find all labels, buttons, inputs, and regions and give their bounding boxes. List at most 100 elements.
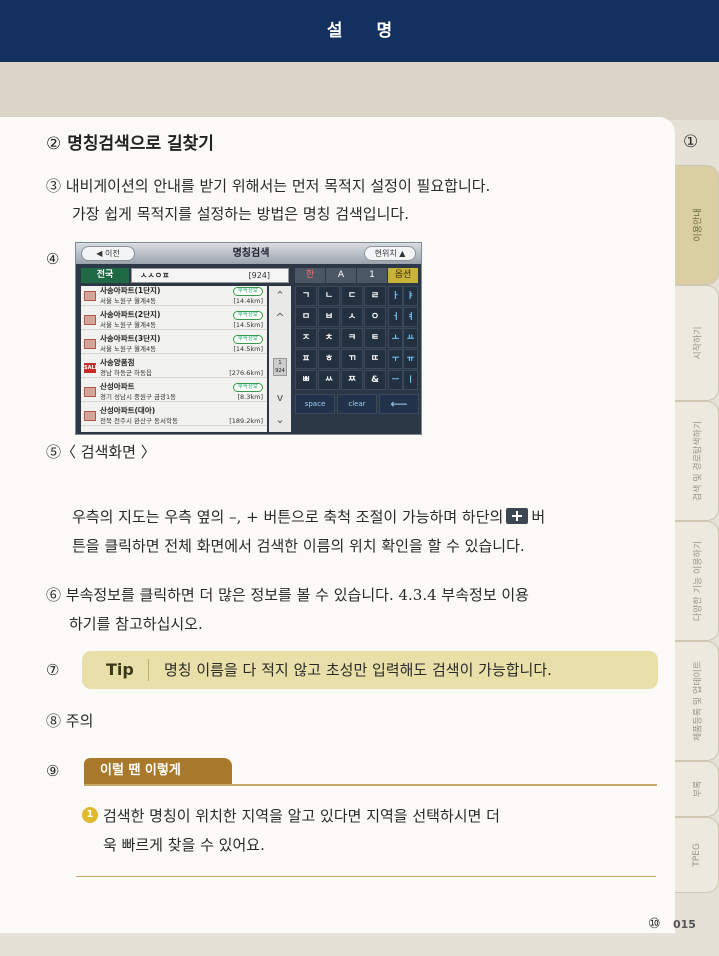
result-distance: [276.6km] — [229, 369, 263, 377]
vowel-key[interactable]: ㅕ — [403, 307, 418, 327]
vowel-key[interactable]: ㅏ — [388, 286, 403, 306]
result-item[interactable]: 사송아파트(1단지) 서울 노원구 월계4동 부속정보 [14.4km] — [81, 286, 267, 306]
if-box-number-badge: 1 — [82, 807, 98, 823]
result-name: 사송아파트(3단지) — [100, 334, 161, 343]
list-scrollbar[interactable]: ⌃ ^ 1 924 v ⌄ — [269, 286, 291, 432]
page-current: 1 — [278, 360, 282, 366]
key[interactable]: ㄷ — [341, 286, 363, 306]
result-name: 산성아파트 — [100, 382, 135, 391]
vowel-key[interactable]: ㅠ — [403, 349, 418, 369]
key[interactable]: ㄱ — [295, 286, 317, 306]
key[interactable]: ㅂ — [318, 307, 340, 327]
screen-title: 명칭검색 — [232, 248, 270, 259]
current-location-button[interactable]: 현위치 ▲ — [364, 246, 416, 261]
info-badge[interactable]: 부속정보 — [232, 383, 263, 392]
tip-divider — [148, 659, 149, 681]
vowel-key[interactable]: ㅣ — [403, 370, 418, 390]
search-query-text: ㅅㅅㅇㅍ — [140, 271, 170, 280]
back-button[interactable]: ◀ 이전 — [81, 246, 135, 261]
building-icon — [84, 339, 96, 349]
page-up-icon[interactable]: ⌃ — [269, 288, 291, 304]
key[interactable]: ㅊ — [318, 328, 340, 348]
scroll-down-icon[interactable]: v — [269, 390, 291, 406]
if-box-title: 이럴 땐 이렇게 — [84, 758, 232, 784]
key[interactable]: ㄹ — [364, 286, 386, 306]
key[interactable]: ㄲ — [341, 349, 363, 369]
result-item[interactable]: 사송아파트(2단지) 서울 노원구 월계4동 부속정보 [14.5km] — [81, 310, 267, 330]
key[interactable]: ㅌ — [364, 328, 386, 348]
if-box-top-rule — [84, 784, 657, 786]
key[interactable]: ㅁ — [295, 307, 317, 327]
key[interactable]: ㅅ — [341, 307, 363, 327]
clear-key[interactable]: clear — [337, 394, 377, 414]
result-address: 전북 전주시 완산구 동서학동 — [100, 417, 178, 425]
vowel-key[interactable]: ㅑ — [403, 286, 418, 306]
section-number: ② — [46, 134, 62, 154]
result-name: 사송아파트(2단지) — [100, 310, 161, 319]
vowel-key[interactable]: ㅜ — [388, 349, 403, 369]
info-badge[interactable]: 부속정보 — [232, 287, 263, 296]
result-item[interactable]: SALE 사송양품점 경남 하동군 하동읍 [276.6km] — [81, 358, 267, 378]
scroll-up-icon[interactable]: ^ — [269, 310, 291, 326]
side-tab-label: 시작하기 — [693, 326, 703, 360]
current-location-label: 현위치 — [374, 249, 397, 258]
key[interactable]: ㅋ — [341, 328, 363, 348]
side-tab-tpeg[interactable]: TPEG — [675, 817, 719, 893]
key[interactable]: ㄸ — [364, 349, 386, 369]
key[interactable]: ㅃ — [295, 370, 317, 390]
result-distance: [14.5km] — [233, 321, 263, 329]
result-item[interactable]: 산성아파트 경기 성남시 중원구 금광1동 부속정보 [8.3km] — [81, 382, 267, 402]
item6-line-2: 하기를 참고하십시오. — [69, 615, 203, 633]
back-arrow-icon: ◀ — [96, 249, 105, 258]
side-tab-search[interactable]: 검색 및 경로탐색하기 — [675, 401, 719, 521]
tip-box: Tip 명칭 이름을 다 적지 않고 초성만 입력해도 검색이 가능합니다. — [82, 651, 658, 689]
vowel-key[interactable]: ㅗ — [388, 328, 403, 348]
page-header: 설 명 — [0, 0, 719, 62]
side-tab-features[interactable]: 다양한 기능 이용하기 — [675, 521, 719, 641]
vowel-key[interactable]: ㅡ — [388, 370, 403, 390]
key[interactable]: ㄴ — [318, 286, 340, 306]
building-icon — [84, 411, 96, 421]
figure-caption: ⑤〈 검색화면 〉 — [46, 443, 156, 461]
hangul-keyboard: ㄱ ㄴ ㄷ ㄹ ㅁ ㅂ ㅅ ㅇ ㅈ ㅊ ㅋ ㅌ ㅍ ㅎ ㄲ ㄸ ㅃ ㅆ ㅉ & … — [295, 286, 419, 432]
move-cross-icon — [506, 508, 529, 524]
page-indicator: 1 924 — [273, 358, 287, 376]
key[interactable]: ㅎ — [318, 349, 340, 369]
side-tab-guide[interactable]: 이용안내 — [675, 165, 719, 285]
side-tab-register-update[interactable]: 제품등록 및 업데이트 — [675, 641, 719, 761]
side-tab-start[interactable]: 시작하기 — [675, 285, 719, 401]
key[interactable]: ㅉ — [341, 370, 363, 390]
keyboard-tabs: 한 A 1 옵션 — [295, 268, 419, 283]
if-box-marker: ⑨ — [46, 762, 60, 780]
backspace-key[interactable]: ⟵ — [379, 394, 419, 414]
figure-marker: ④ — [46, 250, 60, 268]
info-badge[interactable]: 부속정보 — [232, 311, 263, 320]
result-item[interactable]: 사송아파트(3단지) 서울 노원구 월계4동 부속정보 [14.5km] — [81, 334, 267, 354]
tab-alphabet[interactable]: A — [326, 268, 356, 283]
space-key[interactable]: space — [295, 394, 335, 414]
tab-hangul[interactable]: 한 — [295, 268, 325, 283]
key[interactable]: & — [364, 370, 386, 390]
if-box-bottom-rule — [76, 876, 656, 877]
page-down-icon[interactable]: ⌄ — [269, 412, 291, 428]
key[interactable]: ㅈ — [295, 328, 317, 348]
result-name: 사송양품점 — [100, 358, 135, 367]
result-distance: [189.2km] — [229, 417, 263, 425]
search-query-field[interactable]: ㅅㅅㅇㅍ [924] — [131, 268, 289, 283]
tab-number[interactable]: 1 — [357, 268, 387, 283]
side-tab-appendix[interactable]: 부록 — [675, 761, 719, 817]
key[interactable]: ㅆ — [318, 370, 340, 390]
result-item[interactable]: 산성아파트(대아) 전북 전주시 완산구 동서학동 [189.2km] — [81, 406, 267, 426]
side-tab-label: 다양한 기능 이용하기 — [693, 540, 703, 622]
region-select[interactable]: 전국 — [81, 268, 129, 283]
paragraph-line-2: 튼을 클릭하면 전체 화면에서 검색한 이름의 위치 확인을 할 수 있습니다. — [72, 537, 525, 555]
vowel-key[interactable]: ㅓ — [388, 307, 403, 327]
tab-option[interactable]: 옵션 — [388, 268, 418, 283]
vowel-key[interactable]: ㅛ — [403, 328, 418, 348]
key[interactable]: ㅇ — [364, 307, 386, 327]
info-badge[interactable]: 부속정보 — [232, 335, 263, 344]
if-box-line-2: 욱 빠르게 찾을 수 있어요. — [103, 836, 265, 854]
if-box-line-1: 검색한 명칭이 위치한 지역을 알고 있다면 지역을 선택하시면 더 — [103, 807, 500, 825]
key[interactable]: ㅍ — [295, 349, 317, 369]
side-marker: ① — [683, 132, 699, 152]
